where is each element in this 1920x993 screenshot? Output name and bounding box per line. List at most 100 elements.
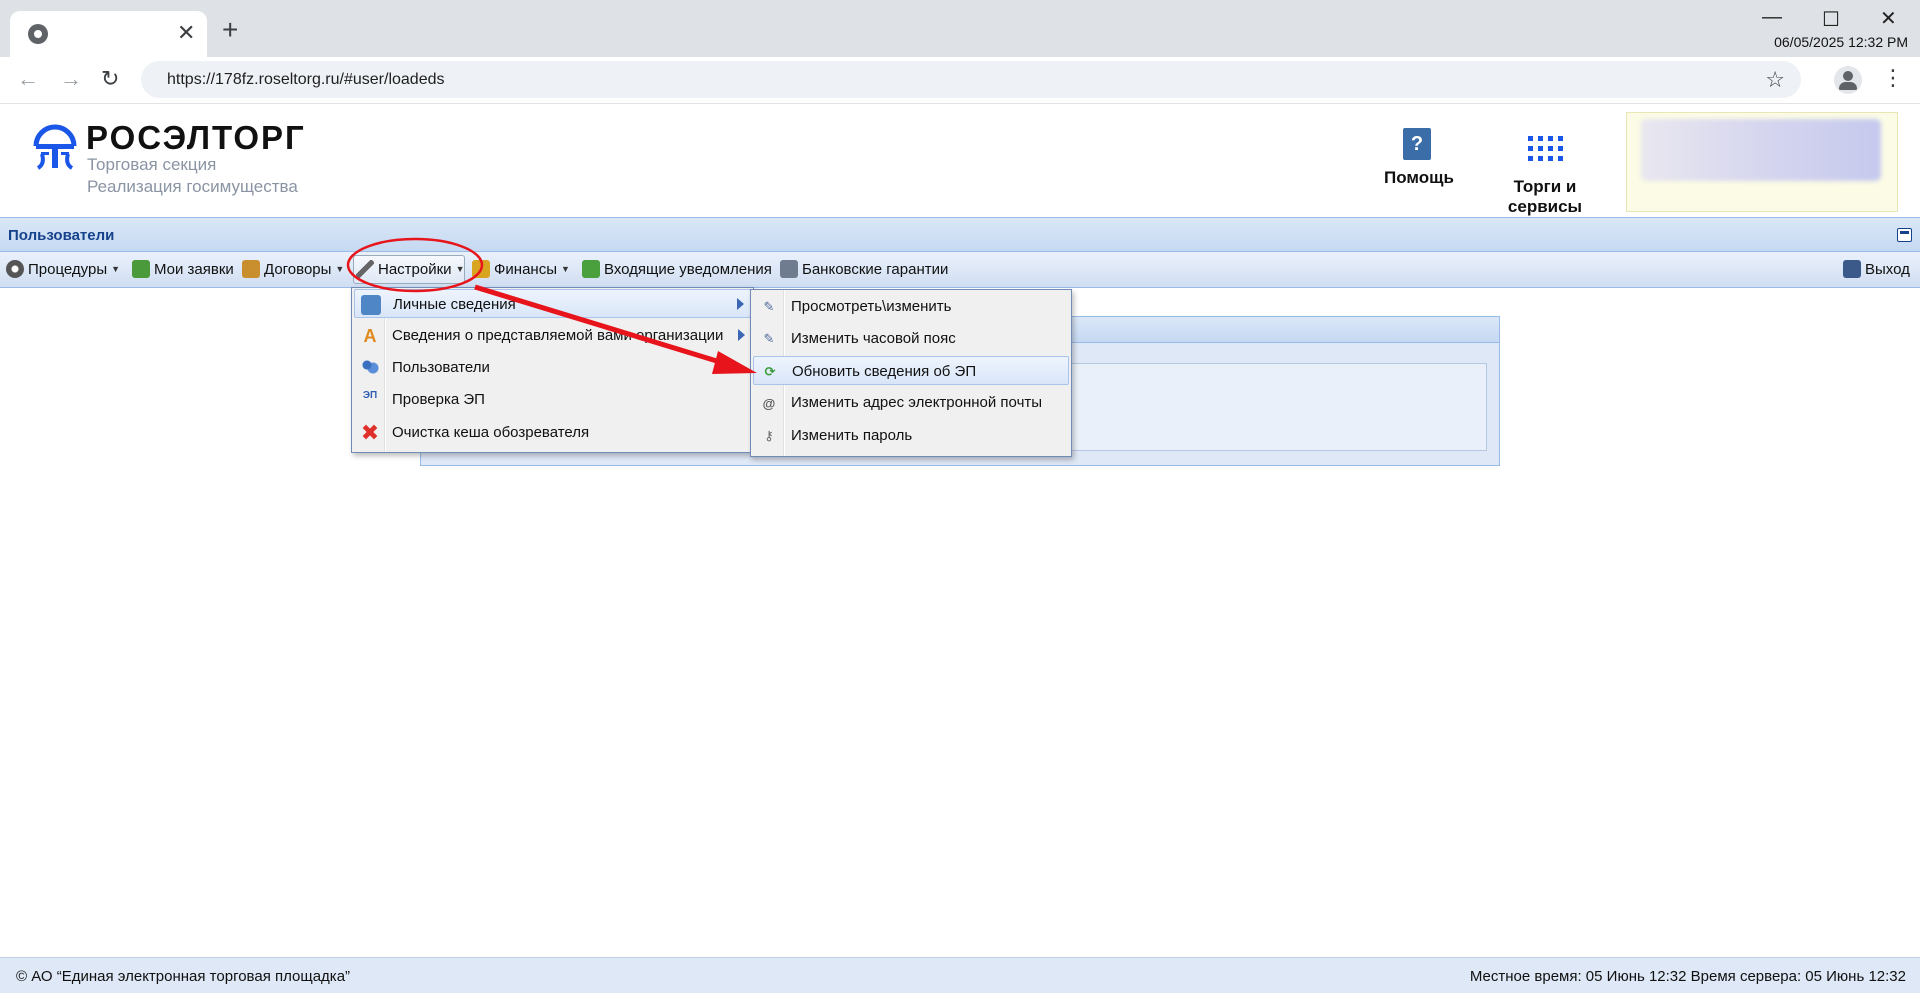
menu-contracts-label: Договоры xyxy=(264,260,332,278)
back-icon[interactable]: ← xyxy=(17,66,39,92)
roseltorg-logo-icon xyxy=(33,124,77,170)
reload-icon[interactable]: ↻ xyxy=(101,66,119,92)
menu-finance-label: Финансы xyxy=(494,260,557,278)
panel-title: Пользователи xyxy=(8,227,115,244)
chrome-favicon-icon xyxy=(28,24,48,44)
bookmark-star-icon[interactable]: ☆ xyxy=(1765,67,1785,93)
submenu-item-view-edit[interactable]: ✎ Просмотреть\изменить xyxy=(753,292,1069,321)
menu-settings-label: Настройки xyxy=(378,260,452,278)
main-menubar: Процедуры ▼ Мои заявки Договоры ▼ Настройк… xyxy=(0,252,1920,288)
collapse-icon[interactable] xyxy=(1897,228,1912,242)
bids-icon xyxy=(132,260,150,278)
dropdown-caret-icon: ▼ xyxy=(111,264,121,274)
exit-icon xyxy=(1843,260,1861,278)
system-clock: 06/05/2025 12:32 PM xyxy=(1774,34,1908,50)
submenu-item-timezone[interactable]: ✎ Изменить часовой пояс xyxy=(753,324,1069,353)
apps-grid-icon xyxy=(1527,136,1563,161)
logo-subtitle-realization: Реализация госимущества xyxy=(87,177,298,196)
page-footer: © АО “Единая электронная торговая площад… xyxy=(0,957,1920,993)
help-link[interactable]: ? Помощь xyxy=(1384,128,1454,188)
menu-item-clear-cache[interactable]: ✖ Очистка кеша обозревателя xyxy=(354,418,751,447)
menu-item-label: Очистка кеша обозревателя xyxy=(392,424,590,441)
user-info-blurred xyxy=(1641,119,1881,181)
logo-subtitle-section: Торговая секция xyxy=(87,155,217,174)
browser-tabstrip: ✕ + — ☐ ✕ 06/05/2025 12:32 PM xyxy=(0,0,1920,57)
close-window-icon[interactable]: ✕ xyxy=(1880,6,1897,31)
menu-contracts[interactable]: Договоры ▼ xyxy=(242,260,344,278)
finance-icon xyxy=(472,260,490,278)
services-label: Торги и сервисы xyxy=(1507,177,1583,216)
profile-icon[interactable] xyxy=(1834,66,1862,94)
footer-time: Местное время: 05 Июнь 12:32 Время серве… xyxy=(1469,968,1906,985)
menu-notifications[interactable]: Входящие уведомления xyxy=(582,260,772,278)
menu-exit[interactable]: Выход xyxy=(1843,260,1910,278)
menu-my-bids-label: Мои заявки xyxy=(154,260,234,278)
dropdown-caret-icon: ▼ xyxy=(455,264,465,274)
help-icon: ? xyxy=(1403,128,1431,160)
dropdown-caret-icon: ▼ xyxy=(335,264,345,274)
menu-my-bids[interactable]: Мои заявки xyxy=(132,260,234,278)
signature-check-icon: ЭП xyxy=(360,390,380,410)
submenu-item-change-email[interactable]: @ Изменить адрес электронной почты xyxy=(753,388,1069,417)
wrench-icon xyxy=(356,260,374,278)
key-icon: ⚷ xyxy=(764,428,774,443)
browser-toolbar: ← → ↻ https://178fz.roseltorg.ru/#user/l… xyxy=(0,57,1920,104)
menu-procedures[interactable]: Процедуры ▼ xyxy=(6,260,120,278)
menu-item-label: Изменить часовой пояс xyxy=(791,330,956,347)
red-x-icon: ✖ xyxy=(360,420,380,445)
letter-a-icon: A xyxy=(363,325,377,346)
menu-item-organization-info[interactable]: A Сведения о представляемой вами организ… xyxy=(354,321,751,350)
menu-item-users[interactable]: Пользователи xyxy=(354,353,751,382)
url-text: https://178fz.roseltorg.ru/#user/loadeds xyxy=(167,71,445,88)
dropdown-caret-icon: ▼ xyxy=(560,264,570,274)
menu-guarantees-label: Банковские гарантии xyxy=(802,260,949,278)
maximize-icon[interactable]: ☐ xyxy=(1822,7,1840,32)
guarantees-icon xyxy=(780,260,798,278)
submenu-item-update-signature[interactable]: ⟳ Обновить сведения об ЭП xyxy=(753,356,1069,385)
menu-procedures-label: Процедуры xyxy=(28,260,108,278)
menu-notifications-label: Входящие уведомления xyxy=(604,260,772,278)
contracts-icon xyxy=(242,260,260,278)
menu-item-label: Пользователи xyxy=(392,359,490,376)
logo-title: РОСЭЛТОРГ xyxy=(86,119,306,156)
personal-info-submenu: ✎ Просмотреть\изменить ✎ Изменить часово… xyxy=(750,289,1072,457)
user-info-box[interactable] xyxy=(1626,112,1898,212)
help-label: Помощь xyxy=(1384,168,1454,187)
menu-item-personal-info[interactable]: Личные сведения xyxy=(354,289,751,318)
menu-finance[interactable]: Финансы ▼ xyxy=(472,260,570,278)
submenu-arrow-icon xyxy=(737,298,744,310)
settings-menu: Личные сведения A Сведения о представляе… xyxy=(351,287,754,453)
forward-icon[interactable]: → xyxy=(60,66,82,92)
notifications-icon xyxy=(582,260,600,278)
menu-item-signature-check[interactable]: ЭП Проверка ЭП xyxy=(354,385,751,414)
pen-edit-icon: ✎ xyxy=(763,331,775,346)
footer-copyright: © АО “Единая электронная торговая площад… xyxy=(16,968,351,985)
browser-tab[interactable]: ✕ xyxy=(10,11,207,57)
browser-menu-icon[interactable]: ⋮ xyxy=(1882,65,1904,91)
email-at-icon: @ xyxy=(762,395,776,411)
menu-guarantees[interactable]: Банковские гарантии xyxy=(780,260,948,278)
menu-item-label: Изменить пароль xyxy=(791,427,913,444)
menu-item-label: Проверка ЭП xyxy=(392,391,485,408)
submenu-arrow-icon xyxy=(738,329,745,341)
users-panel-header: Пользователи xyxy=(0,217,1920,252)
menu-item-label: Личные сведения xyxy=(393,296,516,313)
menu-item-label: Изменить адрес электронной почты xyxy=(791,394,1043,411)
submenu-item-change-password[interactable]: ⚷ Изменить пароль xyxy=(753,421,1069,450)
minimize-icon[interactable]: — xyxy=(1762,6,1782,29)
services-link[interactable]: Торги и сервисы xyxy=(1476,128,1614,217)
address-bar[interactable]: https://178fz.roseltorg.ru/#user/loadeds… xyxy=(141,61,1801,98)
menu-exit-label: Выход xyxy=(1865,260,1910,278)
close-tab-icon[interactable]: ✕ xyxy=(177,22,195,44)
gears-icon xyxy=(6,260,24,278)
menu-item-label: Просмотреть\изменить xyxy=(791,298,952,315)
pen-edit-icon: ✎ xyxy=(763,299,775,314)
signature-icon-text: ЭП xyxy=(362,390,378,401)
menu-item-label: Обновить сведения об ЭП xyxy=(792,363,977,380)
menu-item-label: Сведения о представляемой вами организац… xyxy=(392,327,724,344)
id-card-icon xyxy=(361,295,381,315)
new-tab-icon[interactable]: + xyxy=(222,16,238,44)
refresh-signature-icon: ⟳ xyxy=(764,364,776,379)
menu-settings[interactable]: Настройки ▼ xyxy=(356,260,464,278)
users-icon xyxy=(360,358,380,378)
